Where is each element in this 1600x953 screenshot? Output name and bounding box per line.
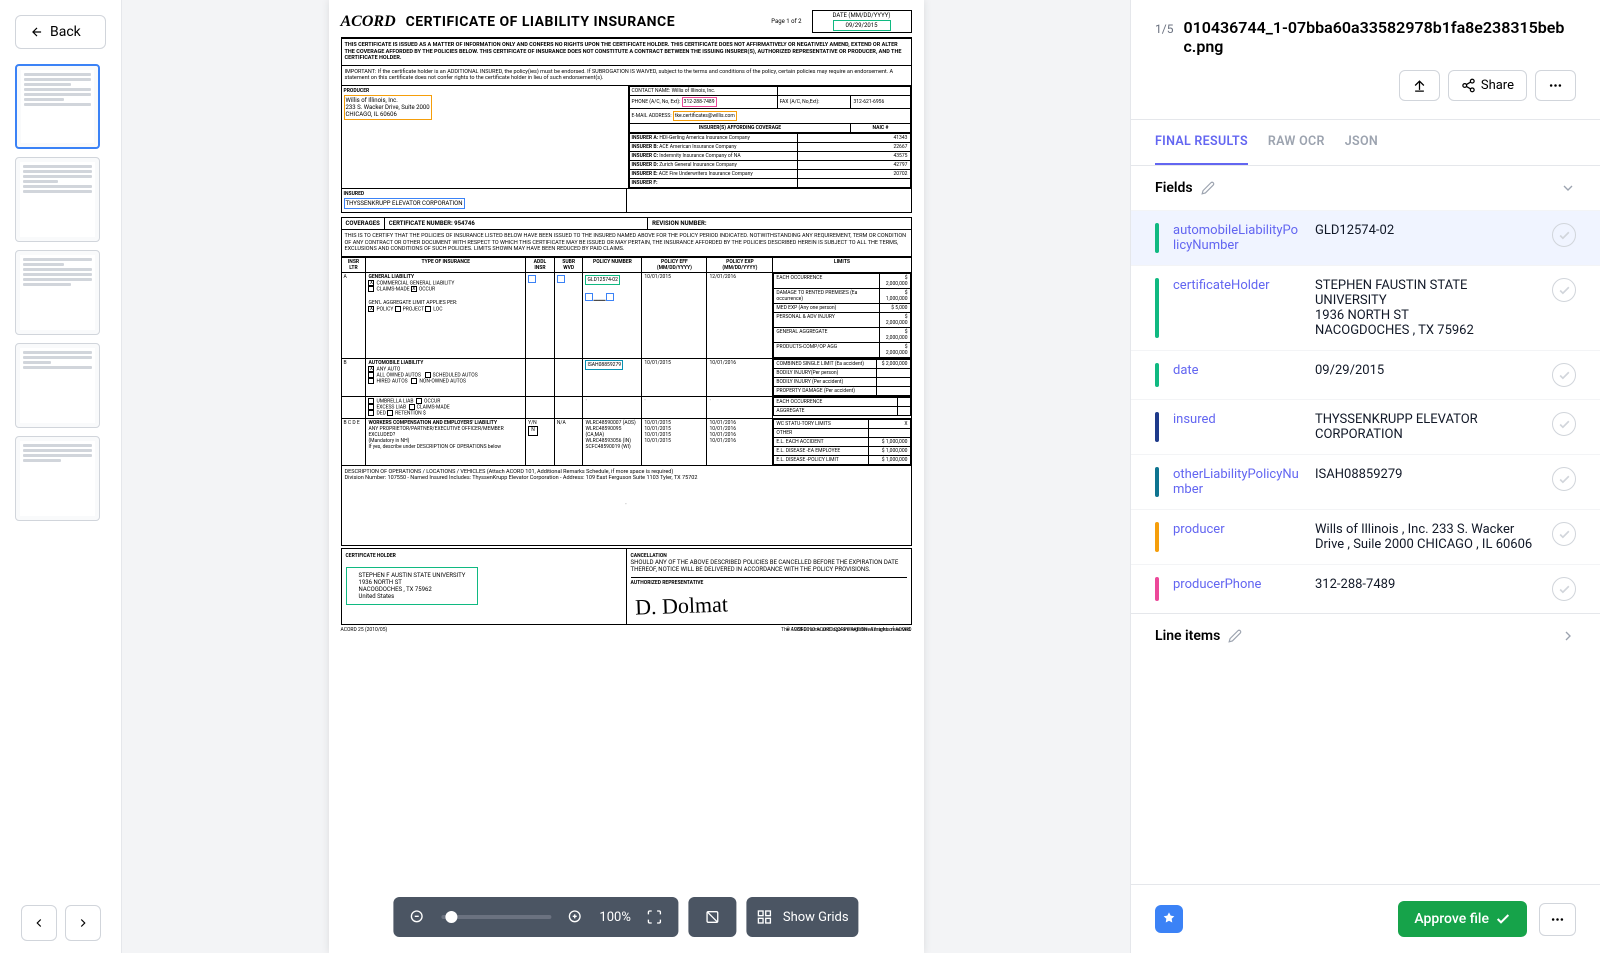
field-name: insured [1173,412,1301,442]
edit-fields-button[interactable] [1201,181,1215,195]
pencil-icon [1201,181,1215,195]
field-approve-check[interactable] [1552,278,1576,302]
field-name: producer [1173,522,1301,552]
plus-icon [567,909,583,925]
field-approve-check[interactable] [1552,363,1576,387]
doc-date: 09/29/2015 [833,20,891,31]
field-value: GLD12574-02 [1315,223,1538,253]
verified-badge-icon [1155,905,1183,933]
share-button[interactable]: Share [1448,70,1527,101]
field-value: STEPHEN FAUSTIN STATE UNIVERSITY 1936 NO… [1315,278,1538,338]
more-icon [1548,78,1563,93]
expand-icon [647,909,663,925]
insured-label: INSURED [344,191,624,197]
edit-line-items-button[interactable] [1228,629,1242,643]
zoom-slider[interactable] [441,915,551,919]
date-label: DATE (MM/DD/YYYY) [833,12,891,19]
field-row-producer[interactable]: producer Wills of Illinois , Inc. 233 S.… [1131,509,1600,564]
footer-more-button[interactable] [1539,903,1576,936]
field-color-bar [1155,363,1159,387]
field-value: ISAH08859279 [1315,467,1538,497]
field-color-bar [1155,577,1159,601]
field-color-bar [1155,522,1159,552]
tab-final-results[interactable]: FINAL RESULTS [1155,120,1248,165]
document-viewer[interactable]: ACORD CERTIFICATE OF LIABILITY INSURANCE… [122,0,1130,953]
field-color-bar [1155,223,1159,253]
field-row-certificateHolder[interactable]: certificateHolder STEPHEN FAUSTIN STATE … [1131,265,1600,350]
line-items-section-header[interactable]: Line items [1131,613,1600,658]
fields-section-header[interactable]: Fields [1131,166,1600,210]
document-page: ACORD CERTIFICATE OF LIABILITY INSURANCE… [329,0,924,953]
zoom-level: 100% [599,910,630,925]
minus-icon [409,909,425,925]
prev-page-button[interactable] [21,905,57,941]
tab-json[interactable]: JSON [1345,120,1378,165]
field-name: date [1173,363,1301,387]
tab-raw-ocr[interactable]: RAW OCR [1268,120,1325,165]
field-approve-check[interactable] [1552,412,1576,436]
zoom-in-button[interactable] [561,903,589,931]
cert-title: CERTIFICATE OF LIABILITY INSURANCE [406,14,675,30]
field-row-date[interactable]: date 09/29/2015 [1131,350,1600,399]
chevron-left-icon [32,916,46,930]
pencil-icon [1228,629,1242,643]
producer-label: PRODUCER [344,88,626,94]
signature: D. Dolmat [630,581,907,625]
field-approve-check[interactable] [1552,467,1576,491]
back-label: Back [50,24,81,40]
field-value: Wills of Illinois , Inc. 233 S. Wacker D… [1315,522,1538,552]
toggle-annotations-button[interactable] [699,903,727,931]
acord-logo: ACORD [341,13,396,31]
field-name: certificateHolder [1173,278,1301,338]
field-row-producerPhone[interactable]: producerPhone 312-288-7489 [1131,564,1600,613]
upload-button[interactable] [1399,70,1440,101]
thumbnail-3[interactable] [15,250,100,335]
thumbnail-list [0,64,121,893]
field-approve-check[interactable] [1552,522,1576,546]
grid-icon [757,909,773,925]
next-page-button[interactable] [65,905,101,941]
field-approve-check[interactable] [1552,577,1576,601]
field-color-bar [1155,412,1159,442]
filename: 010436744_1-07bba60a33582978b1fa8e238315… [1183,18,1576,56]
notice-1: THIS CERTIFICATE IS ISSUED AS A MATTER O… [345,42,902,61]
chevron-right-icon [76,916,90,930]
annotation-off-icon [705,909,721,925]
field-name: automobileLiabilityPolicyNumber [1173,223,1301,253]
insured-value: THYSSENKRUPP ELEVATOR CORPORATION [344,198,465,209]
thumbnail-4[interactable] [15,343,100,428]
field-color-bar [1155,278,1159,338]
field-value: 09/29/2015 [1315,363,1538,387]
page-counter: 1/5 [1155,22,1173,36]
field-value: 312-288-7489 [1315,577,1538,601]
thumbnail-2[interactable] [15,157,100,242]
fullscreen-button[interactable] [641,903,669,931]
share-icon [1461,78,1476,93]
show-grids-button[interactable]: Show Grids [747,897,859,937]
thumbnail-5[interactable] [15,436,100,521]
field-value: THYSSENKRUPP ELEVATOR CORPORATION [1315,412,1538,442]
upload-icon [1412,78,1427,93]
arrow-left-icon [30,25,44,39]
field-name: producerPhone [1173,577,1301,601]
field-color-bar [1155,467,1159,497]
field-row-insured[interactable]: insured THYSSENKRUPP ELEVATOR CORPORATIO… [1131,399,1600,454]
chevron-down-icon [1560,180,1576,196]
field-name: otherLiabilityPolicyNumber [1173,467,1301,497]
more-options-button[interactable] [1535,70,1576,101]
zoom-out-button[interactable] [403,903,431,931]
field-row-automobileLiabilityPolicyNumber[interactable]: automobileLiabilityPolicyNumber GLD12574… [1131,210,1600,265]
thumbnail-1[interactable] [15,64,100,149]
chevron-right-icon [1560,628,1576,644]
approve-file-button[interactable]: Approve file [1398,901,1527,937]
more-icon [1550,912,1565,927]
notice-2: IMPORTANT: If the certificate holder is … [345,69,894,82]
doc-page-num: Page 1 of 2 [771,18,801,25]
field-row-otherLiabilityPolicyNumber[interactable]: otherLiabilityPolicyNumber ISAH08859279 [1131,454,1600,509]
field-approve-check[interactable] [1552,223,1576,247]
check-icon [1495,911,1511,927]
back-button[interactable]: Back [15,15,106,49]
